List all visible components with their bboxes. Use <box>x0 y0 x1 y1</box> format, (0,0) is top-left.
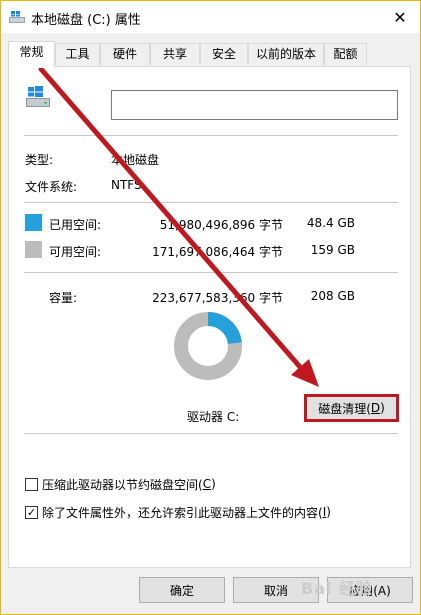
tab-hardware[interactable]: 硬件 <box>100 43 150 65</box>
tab-tools[interactable]: 工具 <box>55 43 100 65</box>
index-option[interactable]: ✓ 除了文件属性外，还允许索引此驱动器上文件的内容(I) <box>25 504 331 520</box>
drive-large-icon <box>26 86 50 107</box>
ok-button[interactable]: 确定 <box>139 577 225 603</box>
compress-checkbox[interactable] <box>25 477 38 491</box>
watermark: Bai 经验 <box>301 579 374 598</box>
drive-letter-label: 驱动器 C: <box>187 410 240 424</box>
divider <box>24 272 398 273</box>
free-space-label: 可用空间: <box>49 245 102 259</box>
compress-access-key: C <box>202 477 212 491</box>
title-bar[interactable]: 本地磁盘 (C:) 属性 ✕ <box>1 1 420 33</box>
filesystem-label: 文件系统: <box>25 180 78 194</box>
type-value: 本地磁盘 <box>111 153 160 167</box>
free-space-size: 159 GB <box>310 243 355 257</box>
divider <box>24 135 398 136</box>
close-icon: ✕ <box>393 7 407 27</box>
divider <box>24 433 398 434</box>
tab-security[interactable]: 安全 <box>200 43 248 65</box>
cleanup-label: 磁盘清理( <box>318 401 371 416</box>
index-label-end: ) <box>326 505 331 519</box>
compress-label: 压缩此驱动器以节约磁盘空间( <box>42 477 203 492</box>
properties-window: 本地磁盘 (C:) 属性 ✕ 常规 工具 硬件 共享 安全 以前的版本 配额 类… <box>0 0 421 615</box>
general-panel: 类型: 本地磁盘 文件系统: NTFS 已用空间: 51,980,496,896… <box>8 66 411 568</box>
window-title: 本地磁盘 (C:) 属性 <box>31 13 141 28</box>
used-space-size: 48.4 GB <box>306 216 355 230</box>
cleanup-access-key: D <box>370 401 381 415</box>
divider <box>24 202 398 203</box>
index-label: 除了文件属性外，还允许索引此驱动器上文件的内容( <box>42 505 323 520</box>
type-label: 类型: <box>25 153 54 167</box>
compress-label-end: ) <box>211 477 216 491</box>
compress-option[interactable]: 压缩此驱动器以节约磁盘空间(C) <box>25 476 216 492</box>
drive-name-input[interactable] <box>111 90 398 120</box>
capacity-bytes: 223,677,583,360 字节 <box>152 291 283 305</box>
used-space-bytes: 51,980,496,896 字节 <box>159 218 283 232</box>
capacity-size: 208 GB <box>310 289 355 303</box>
tab-general[interactable]: 常规 <box>8 41 55 68</box>
capacity-label: 容量: <box>49 291 78 305</box>
close-button[interactable]: ✕ <box>380 1 420 33</box>
usage-donut-chart <box>174 312 242 380</box>
index-checkbox[interactable]: ✓ <box>25 505 38 519</box>
tab-previous-versions[interactable]: 以前的版本 <box>248 43 324 65</box>
used-space-label: 已用空间: <box>49 218 102 232</box>
tab-sharing[interactable]: 共享 <box>150 43 200 65</box>
tab-quota[interactable]: 配额 <box>324 43 367 65</box>
used-space-swatch <box>25 214 42 231</box>
cleanup-label-end: ) <box>380 401 385 415</box>
disk-cleanup-button[interactable]: 磁盘清理(D) <box>304 394 399 422</box>
free-space-swatch <box>25 241 42 258</box>
free-space-bytes: 171,697,086,464 字节 <box>152 245 283 259</box>
filesystem-value: NTFS <box>111 178 142 192</box>
drive-icon <box>9 11 25 23</box>
